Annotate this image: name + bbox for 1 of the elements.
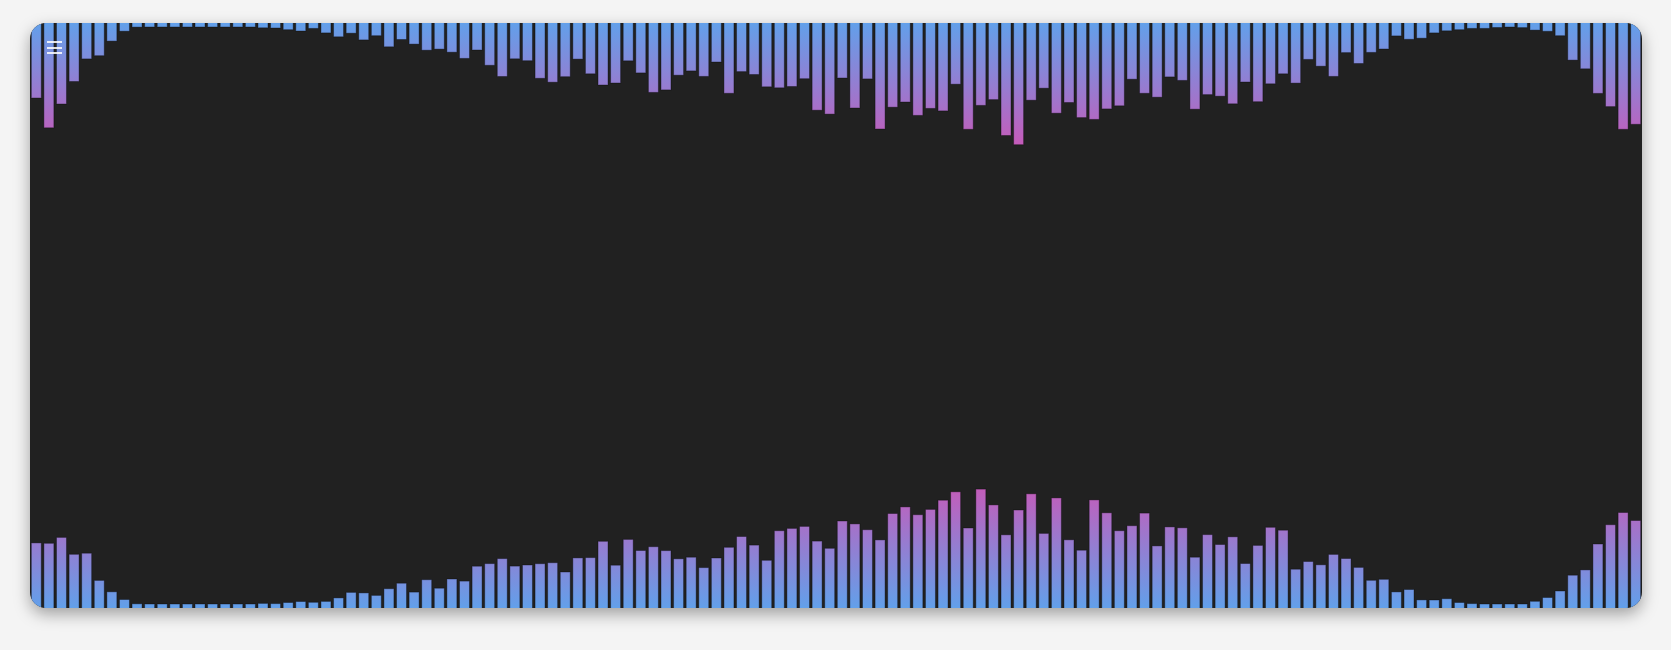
menu-icon[interactable] [47, 41, 62, 54]
